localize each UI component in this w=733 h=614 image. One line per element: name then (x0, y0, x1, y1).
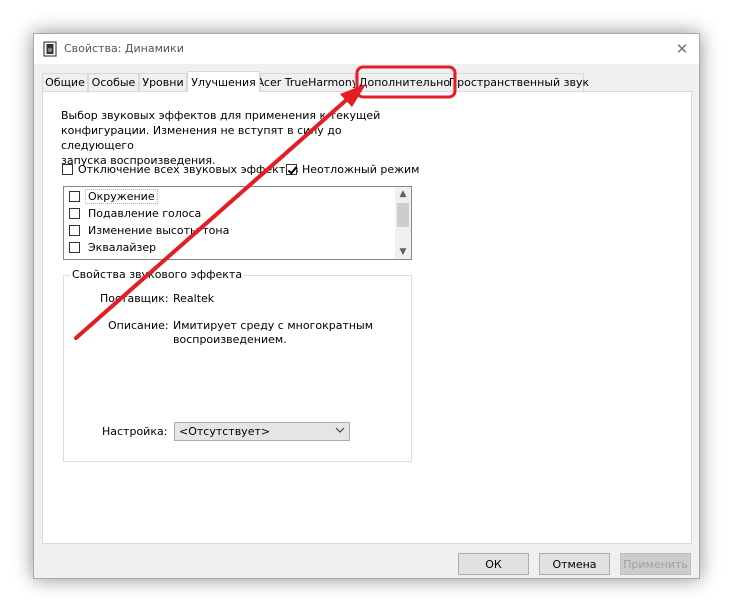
tab-general[interactable]: Общие (42, 73, 88, 91)
enhancements-description: Выбор звуковых эффектов для применения к… (61, 108, 396, 168)
tab-acer-trueharmony[interactable]: Acer TrueHarmony (257, 73, 358, 91)
tab-special[interactable]: Особые (88, 73, 139, 91)
effect-label: Изменение высоты тона (88, 223, 230, 237)
description-line: Выбор звуковых эффектов для применения к… (61, 109, 381, 122)
cancel-button[interactable]: Отмена (539, 553, 610, 575)
description-label: Описание: (108, 319, 169, 332)
effects-scrollbar[interactable]: ▲ ▼ (395, 187, 411, 259)
provider-label: Поставщик: (100, 292, 169, 305)
effect-label: Окружение (85, 188, 158, 204)
effect-checkbox[interactable] (69, 207, 80, 219)
effect-checkbox (69, 258, 80, 259)
effect-label: Эквалайзер (88, 240, 157, 254)
effect-item-partial (69, 256, 80, 259)
effect-item-voice-cancel[interactable]: Подавление голоса (69, 205, 203, 221)
scroll-up-arrow-icon[interactable]: ▲ (395, 187, 411, 201)
setting-selected-value: <Отсутствует> (179, 425, 271, 438)
disable-all-effects-checkbox[interactable] (62, 164, 73, 175)
effect-item-environment[interactable]: Окружение (69, 188, 158, 204)
tab-spatial-sound[interactable]: Пространственный звук (449, 73, 589, 91)
effect-checkbox[interactable] (69, 241, 80, 253)
properties-dialog: Свойства: Динамики ✕ Общие Особые Уровни… (33, 33, 700, 579)
window-title: Свойства: Динамики (64, 42, 184, 55)
effects-list: Окружение Подавление голоса Изменение вы… (63, 186, 412, 260)
effect-item-pitch-shift[interactable]: Изменение высоты тона (69, 222, 231, 238)
effect-item-equalizer[interactable]: Эквалайзер (69, 239, 158, 255)
setting-label: Настройка: (102, 425, 168, 438)
description-value-line: воспроизведением. (173, 333, 287, 346)
apply-button[interactable]: Применить (620, 553, 691, 575)
immediate-mode-checkbox[interactable] (286, 164, 297, 175)
effect-checkbox[interactable] (69, 224, 80, 236)
description-line: конфигурации. Изменения не вступят в сил… (61, 124, 342, 152)
description-value-line: Имитирует среду с многократным (173, 319, 374, 332)
immediate-mode-option[interactable]: Неотложный режим (286, 163, 419, 176)
scroll-down-arrow-icon[interactable]: ▼ (395, 245, 411, 259)
scrollbar-thumb[interactable] (397, 203, 409, 227)
setting-combobox[interactable]: <Отсутствует> (174, 422, 350, 441)
effect-properties-group: Свойства звукового эффекта Поставщик: Re… (63, 268, 412, 462)
tab-advanced[interactable]: Дополнительно (355, 73, 454, 91)
title-bar: Свойства: Динамики ✕ (34, 34, 699, 64)
effect-checkbox[interactable] (69, 190, 80, 202)
speaker-properties-icon (43, 41, 57, 57)
effect-label: Подавление голоса (88, 206, 202, 220)
tab-levels[interactable]: Уровни (139, 73, 187, 91)
chevron-down-icon (335, 427, 345, 433)
disable-all-effects-label: Отключение всех звуковых эффектов (78, 163, 299, 176)
provider-value: Realtek (173, 292, 215, 305)
screenshot-stage: Свойства: Динамики ✕ Общие Особые Уровни… (0, 0, 733, 614)
group-title: Свойства звукового эффекта (70, 268, 245, 281)
disable-all-effects-option[interactable]: Отключение всех звуковых эффектов (62, 163, 298, 176)
ok-button[interactable]: ОК (458, 553, 529, 575)
close-icon[interactable]: ✕ (673, 40, 691, 58)
immediate-mode-label: Неотложный режим (302, 163, 420, 176)
description-value: Имитирует среду с многократным воспроизв… (173, 319, 373, 347)
enhancements-panel: Выбор звуковых эффектов для применения к… (42, 91, 692, 544)
tab-enhancements[interactable]: Улучшения (187, 71, 260, 92)
